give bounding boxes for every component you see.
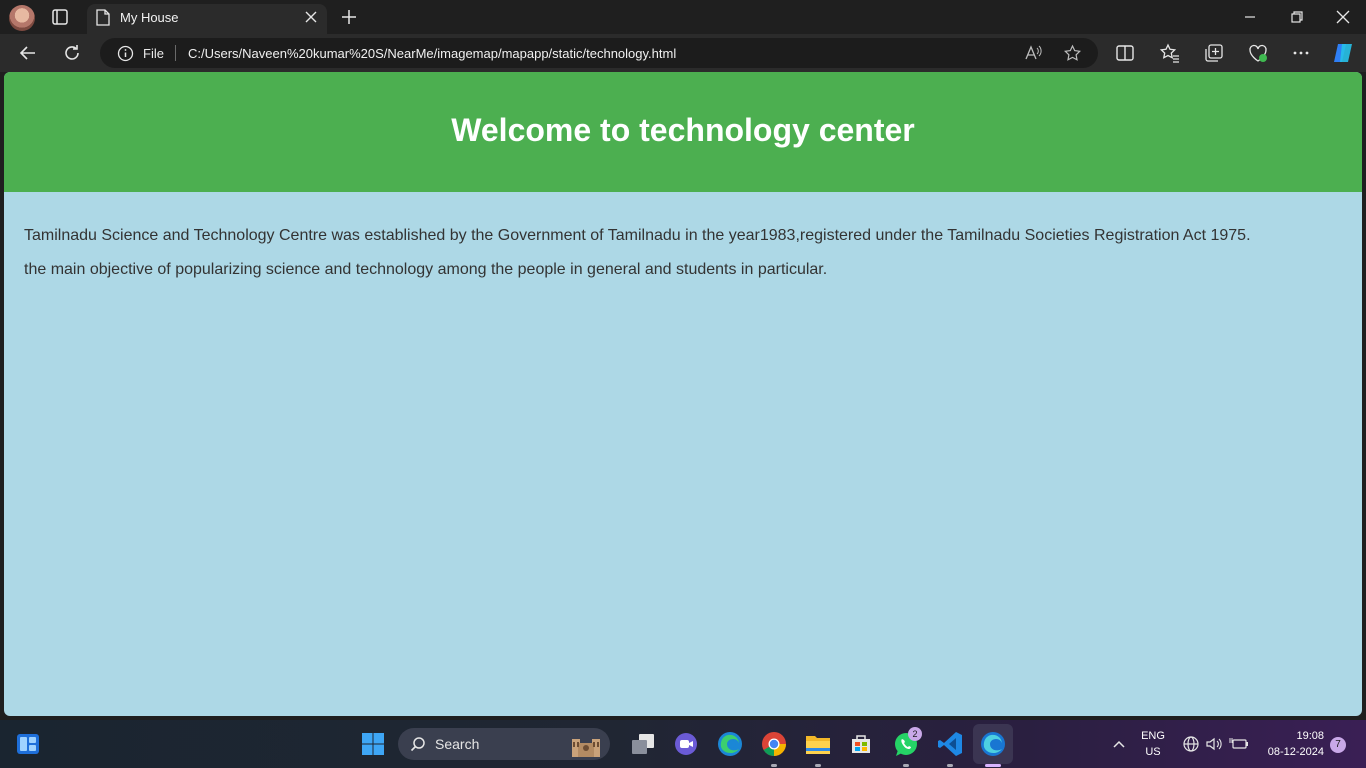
more-options-icon[interactable]	[1290, 42, 1312, 64]
url-text[interactable]: C:/Users/Naveen%20kumar%20S/NearMe/image…	[188, 46, 676, 61]
start-icon[interactable]	[361, 732, 385, 756]
microsoft-store-icon[interactable]	[849, 732, 873, 756]
page-header: Welcome to technology center	[4, 72, 1362, 192]
clock-time[interactable]: 19:08	[1262, 730, 1324, 742]
file-explorer-icon[interactable]	[805, 732, 831, 756]
favorites-icon[interactable]	[1159, 42, 1181, 64]
battery-icon[interactable]	[1229, 735, 1249, 753]
address-divider	[175, 45, 176, 61]
minimize-icon[interactable]	[1241, 9, 1259, 25]
copilot-icon[interactable]	[1332, 41, 1356, 65]
collections-icon[interactable]	[1203, 42, 1225, 64]
widgets-icon[interactable]	[16, 732, 40, 756]
tab-strip: My House	[0, 0, 1366, 34]
language-indicator[interactable]: ENG	[1137, 730, 1169, 742]
taskbar-search[interactable]: Search	[398, 728, 610, 760]
page-title: Welcome to technology center	[451, 112, 915, 148]
whatsapp-running-indicator	[903, 764, 909, 767]
meet-icon[interactable]	[674, 732, 698, 756]
paragraph-objective: the main objective of popularizing scien…	[24, 261, 828, 278]
search-highlight-cathedral-icon	[572, 739, 600, 757]
region-indicator[interactable]: US	[1137, 746, 1169, 758]
taskbar: Search 2 ENG US 19:08 08-12-2024 7	[0, 720, 1366, 768]
page-icon	[96, 9, 110, 26]
vscode-icon[interactable]	[937, 731, 963, 757]
window-close-icon[interactable]	[1334, 8, 1352, 26]
profile-avatar[interactable]	[9, 5, 35, 31]
favorite-star-icon[interactable]	[1063, 44, 1082, 63]
notification-badge[interactable]: 7	[1330, 737, 1346, 753]
whatsapp-unread-badge: 2	[908, 727, 922, 741]
clock-date[interactable]: 08-12-2024	[1254, 746, 1324, 758]
tab-close-icon[interactable]	[304, 10, 318, 24]
edge-icon[interactable]	[717, 731, 743, 757]
search-icon	[410, 737, 425, 752]
edge-dev-icon[interactable]	[980, 731, 1006, 757]
info-icon[interactable]	[117, 45, 134, 62]
network-globe-icon[interactable]	[1182, 735, 1200, 753]
search-label: Search	[435, 736, 480, 752]
address-bar[interactable]: File C:/Users/Naveen%20kumar%20S/NearMe/…	[100, 38, 1098, 68]
page-viewport: Welcome to technology center Tamilnadu S…	[4, 72, 1362, 716]
edge-dev-active-indicator	[985, 764, 1001, 767]
volume-icon[interactable]	[1205, 735, 1223, 753]
refresh-icon[interactable]	[61, 42, 83, 64]
chevron-up-icon[interactable]	[1111, 736, 1127, 752]
read-aloud-icon[interactable]	[1024, 44, 1042, 62]
back-icon[interactable]	[17, 42, 39, 64]
browser-essentials-icon[interactable]	[1247, 42, 1269, 64]
tab-title: My House	[120, 10, 179, 25]
vscode-running-indicator	[947, 764, 953, 767]
scheme-label: File	[143, 46, 164, 61]
split-screen-icon[interactable]	[1114, 42, 1136, 64]
chrome-icon[interactable]	[761, 731, 787, 757]
explorer-running-indicator	[815, 764, 821, 767]
tab-actions-icon[interactable]	[51, 8, 69, 26]
task-view-icon[interactable]	[630, 732, 656, 756]
restore-icon[interactable]	[1288, 9, 1306, 25]
chrome-running-indicator	[771, 764, 777, 767]
browser-toolbar: File C:/Users/Naveen%20kumar%20S/NearMe/…	[0, 34, 1366, 72]
paragraph-establishment: Tamilnadu Science and Technology Centre …	[24, 227, 1251, 244]
new-tab-icon[interactable]	[340, 8, 358, 26]
